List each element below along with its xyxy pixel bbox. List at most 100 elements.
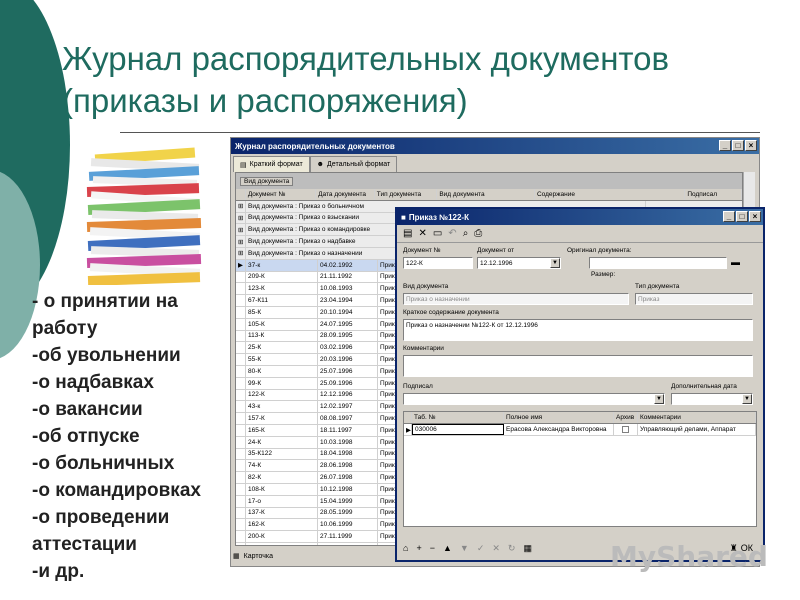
table-cell: Ерасова Александра Викторовна <box>504 424 614 435</box>
person-icon: ☻ <box>316 161 325 168</box>
table-cell: 25-К <box>246 342 318 354</box>
row-indicator-header <box>404 412 412 423</box>
delete-icon[interactable]: ✕ <box>418 228 426 239</box>
save-icon[interactable]: ▤ <box>403 228 412 239</box>
doc-type-field[interactable]: Приказ <box>635 293 753 305</box>
table-cell: 123-К <box>246 283 318 295</box>
table-cell: 20.10.1994 <box>318 306 378 318</box>
table-cell: 99-К <box>246 377 318 389</box>
tab-brief-format-label: Краткий формат <box>249 161 303 168</box>
bullet-item: -об увольнении <box>32 345 181 366</box>
attach-icon[interactable]: ▬ <box>731 257 740 267</box>
table-cell: 25.09.1996 <box>318 377 378 389</box>
row-indicator <box>236 483 246 495</box>
grid-icon[interactable]: ▦ <box>523 543 532 554</box>
column-header[interactable]: Архив <box>614 412 638 423</box>
remove-icon[interactable]: − <box>430 543 435 553</box>
table-cell: 15.04.1999 <box>318 495 378 507</box>
grid-header-row[interactable]: Документ № Дата документа Тип документа Вид… <box>236 189 742 201</box>
column-header[interactable]: Комментарии <box>638 412 756 423</box>
comments-field[interactable] <box>403 355 753 377</box>
row-indicator <box>236 531 246 542</box>
down-icon[interactable]: ▼ <box>460 543 469 553</box>
row-indicator <box>236 377 246 389</box>
row-indicator <box>236 295 246 306</box>
check-icon[interactable]: ✓ <box>477 543 485 554</box>
table-cell: 18.11.1997 <box>318 424 378 436</box>
signed-field[interactable]: ▼ <box>403 393 665 405</box>
table-cell: 37-к <box>246 259 318 271</box>
tab-brief-format[interactable]: ▤ Краткий формат <box>233 156 310 172</box>
doc-from-field[interactable]: 12.12.1996 ▼ <box>477 257 561 269</box>
summary-field[interactable]: Приказ о назначении №122-К от 12.12.1996 <box>403 319 753 341</box>
extra-date-label: Дополнительная дата <box>671 383 737 390</box>
close-icon[interactable]: × <box>745 140 757 151</box>
table-cell: 10.03.1998 <box>318 436 378 448</box>
group-by-bar[interactable]: Вид документа <box>236 173 742 189</box>
row-indicator <box>236 413 246 424</box>
tab-detailed-format[interactable]: ☻ Детальный формат <box>309 156 398 172</box>
table-cell: 12.02.1997 <box>318 401 378 413</box>
add-icon[interactable]: + <box>416 543 421 553</box>
paper-stack-image <box>85 143 203 285</box>
comments-label: Комментарии <box>403 345 444 352</box>
table-cell: 35-К122 <box>246 448 318 460</box>
table-cell: 43-к <box>246 401 318 413</box>
minimize-icon[interactable]: _ <box>723 211 735 222</box>
table-cell: 25.07.1996 <box>318 365 378 377</box>
dropdown-arrow-icon[interactable]: ▼ <box>654 394 664 404</box>
print-icon[interactable]: ⎙ <box>474 228 482 239</box>
close-icon[interactable]: × <box>749 211 761 222</box>
maximize-icon[interactable]: □ <box>736 211 748 222</box>
journal-window-titlebar[interactable]: Журнал распорядительных документов _ □ × <box>231 138 759 154</box>
order-form: Документ № 122-К Документ от 12.12.1996 ▼… <box>397 243 763 533</box>
row-indicator <box>236 306 246 318</box>
group-by-chip[interactable]: Вид документа <box>240 176 294 186</box>
table-cell: 105-К <box>246 318 318 330</box>
column-header: Документ № <box>246 189 317 200</box>
table-cell: 137-К <box>246 507 318 519</box>
employee-row[interactable]: ▶ 030006 Ерасова Александра Викторовна Упра… <box>404 424 756 436</box>
bullet-item: работу <box>32 318 98 339</box>
dropdown-arrow-icon[interactable]: ▼ <box>550 258 560 268</box>
column-header[interactable]: Полное имя <box>504 412 614 423</box>
archive-checkbox[interactable] <box>614 424 638 435</box>
table-cell: 85-К <box>246 306 318 318</box>
card-icon[interactable]: ▦ <box>233 552 240 560</box>
undo-icon[interactable]: ↶ <box>448 228 456 239</box>
bullet-item: -об отпуске <box>32 426 140 447</box>
doc-kind-field[interactable]: Приказ о назначении <box>403 293 629 305</box>
table-cell: 200-К <box>246 531 318 542</box>
minimize-icon[interactable]: _ <box>719 140 731 151</box>
extra-date-field[interactable]: ▼ <box>671 393 753 405</box>
column-header[interactable]: Таб. № <box>412 412 504 423</box>
row-indicator-header <box>236 189 246 200</box>
employees-header-row[interactable]: Таб. № Полное имя Архив Комментарии <box>404 412 756 424</box>
doc-no-field[interactable]: 122-К <box>403 257 473 269</box>
cancel-icon[interactable]: ✕ <box>492 543 500 554</box>
original-field[interactable] <box>589 257 727 269</box>
order-window-titlebar[interactable]: ■ Приказ №122-К _ □ × <box>397 209 763 225</box>
search-icon[interactable]: ⌕ <box>463 228 469 239</box>
column-header: Тип документа <box>375 189 438 200</box>
bullet-list: - о принятии на работу -об увольнении -о на… <box>32 288 201 585</box>
table-cell: 122-К <box>246 389 318 401</box>
table-cell: 18.04.1998 <box>318 448 378 460</box>
table-cell: 162-К <box>246 519 318 531</box>
refresh-icon[interactable]: ↻ <box>508 543 516 554</box>
table-cell: 157-К <box>246 413 318 424</box>
doc-no-label: Документ № <box>403 247 441 254</box>
maximize-icon[interactable]: □ <box>732 140 744 151</box>
doc-kind-label: Вид документа <box>403 283 449 290</box>
table-cell: 03.02.1996 <box>318 342 378 354</box>
column-header: Подписал <box>685 189 742 200</box>
up-icon[interactable]: ▲ <box>443 543 452 553</box>
bullet-item: аттестации <box>32 534 137 555</box>
home-icon[interactable]: ⌂ <box>403 543 408 553</box>
new-icon[interactable]: ▭ <box>433 228 442 239</box>
current-row-icon: ▶ <box>404 424 412 435</box>
title-divider <box>120 132 760 133</box>
format-tabs: ▤ Краткий формат ☻ Детальный формат <box>233 156 757 172</box>
dropdown-arrow-icon[interactable]: ▼ <box>742 394 752 404</box>
card-label[interactable]: Карточка <box>244 553 273 560</box>
